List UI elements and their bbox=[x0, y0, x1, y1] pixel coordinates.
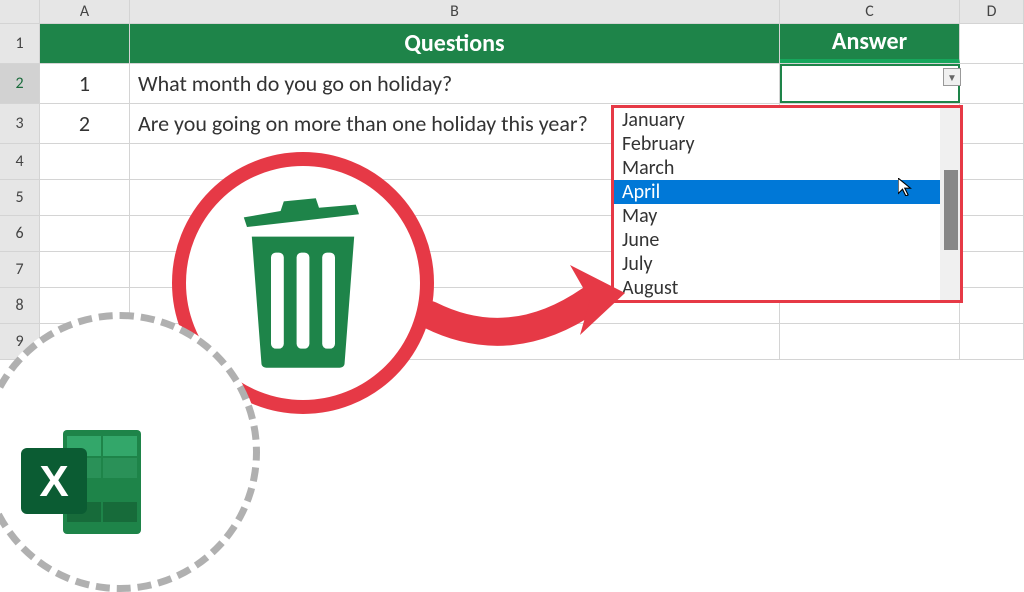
cell-A5[interactable] bbox=[40, 180, 130, 215]
cell-A2[interactable]: 1 bbox=[40, 64, 130, 103]
dropdown-item-may[interactable]: May bbox=[614, 204, 940, 228]
dropdown-arrow-button[interactable]: ▼ bbox=[943, 68, 961, 86]
row-2: 2 1 What month do you go on holiday? bbox=[0, 64, 1024, 104]
row-header-6[interactable]: 6 bbox=[0, 216, 40, 251]
cell-A1[interactable] bbox=[40, 24, 130, 63]
dropdown-item-march[interactable]: March bbox=[614, 156, 940, 180]
row-header-2[interactable]: 2 bbox=[0, 64, 40, 103]
cell-A3[interactable]: 2 bbox=[40, 104, 130, 143]
dropdown-item-july[interactable]: July bbox=[614, 252, 940, 276]
cell-C2-selected[interactable] bbox=[780, 64, 960, 103]
dropdown-item-august[interactable]: August bbox=[614, 276, 940, 300]
row-1: 1 Questions Answer bbox=[0, 24, 1024, 64]
cell-D4[interactable] bbox=[960, 144, 1024, 179]
row-header-5[interactable]: 5 bbox=[0, 180, 40, 215]
dropdown-scrollbar[interactable] bbox=[940, 108, 960, 300]
col-header-A[interactable]: A bbox=[40, 0, 130, 23]
cell-C9[interactable] bbox=[780, 324, 960, 359]
dropdown-item-april[interactable]: April bbox=[614, 180, 940, 204]
excel-badge: X bbox=[0, 312, 260, 592]
cell-B2[interactable]: What month do you go on holiday? bbox=[130, 64, 780, 103]
cell-C1-answer-header[interactable]: Answer bbox=[780, 24, 960, 63]
cell-D5[interactable] bbox=[960, 180, 1024, 215]
cell-D9[interactable] bbox=[960, 324, 1024, 359]
column-headers-row: A B C D bbox=[0, 0, 1024, 24]
cell-D3[interactable] bbox=[960, 104, 1024, 143]
cell-B1-questions-header[interactable]: Questions bbox=[130, 24, 780, 63]
cell-A4[interactable] bbox=[40, 144, 130, 179]
dropdown-item-february[interactable]: February bbox=[614, 132, 940, 156]
cell-D2[interactable] bbox=[960, 64, 1024, 103]
dropdown-items-container: January February March April May June Ju… bbox=[614, 108, 940, 300]
cell-D1[interactable] bbox=[960, 24, 1024, 63]
arrow-annotation-icon bbox=[420, 245, 640, 365]
col-header-C[interactable]: C bbox=[780, 0, 960, 23]
row-header-1[interactable]: 1 bbox=[0, 24, 40, 63]
cell-D6[interactable] bbox=[960, 216, 1024, 251]
svg-text:X: X bbox=[39, 457, 68, 506]
row-header-4[interactable]: 4 bbox=[0, 144, 40, 179]
excel-logo-icon: X bbox=[15, 422, 145, 542]
dropdown-item-june[interactable]: June bbox=[614, 228, 940, 252]
col-header-D[interactable]: D bbox=[960, 0, 1024, 23]
dropdown-list: January February March April May June Ju… bbox=[611, 105, 963, 303]
dropdown-item-january[interactable]: January bbox=[614, 108, 940, 132]
col-header-B[interactable]: B bbox=[130, 0, 780, 23]
select-all-corner[interactable] bbox=[0, 0, 40, 23]
row-header-3[interactable]: 3 bbox=[0, 104, 40, 143]
cell-D8[interactable] bbox=[960, 288, 1024, 323]
cell-D7[interactable] bbox=[960, 252, 1024, 287]
cell-A6[interactable] bbox=[40, 216, 130, 251]
row-header-7[interactable]: 7 bbox=[0, 252, 40, 287]
chevron-down-icon: ▼ bbox=[947, 71, 957, 84]
scrollbar-thumb[interactable] bbox=[944, 170, 958, 250]
cell-A7[interactable] bbox=[40, 252, 130, 287]
